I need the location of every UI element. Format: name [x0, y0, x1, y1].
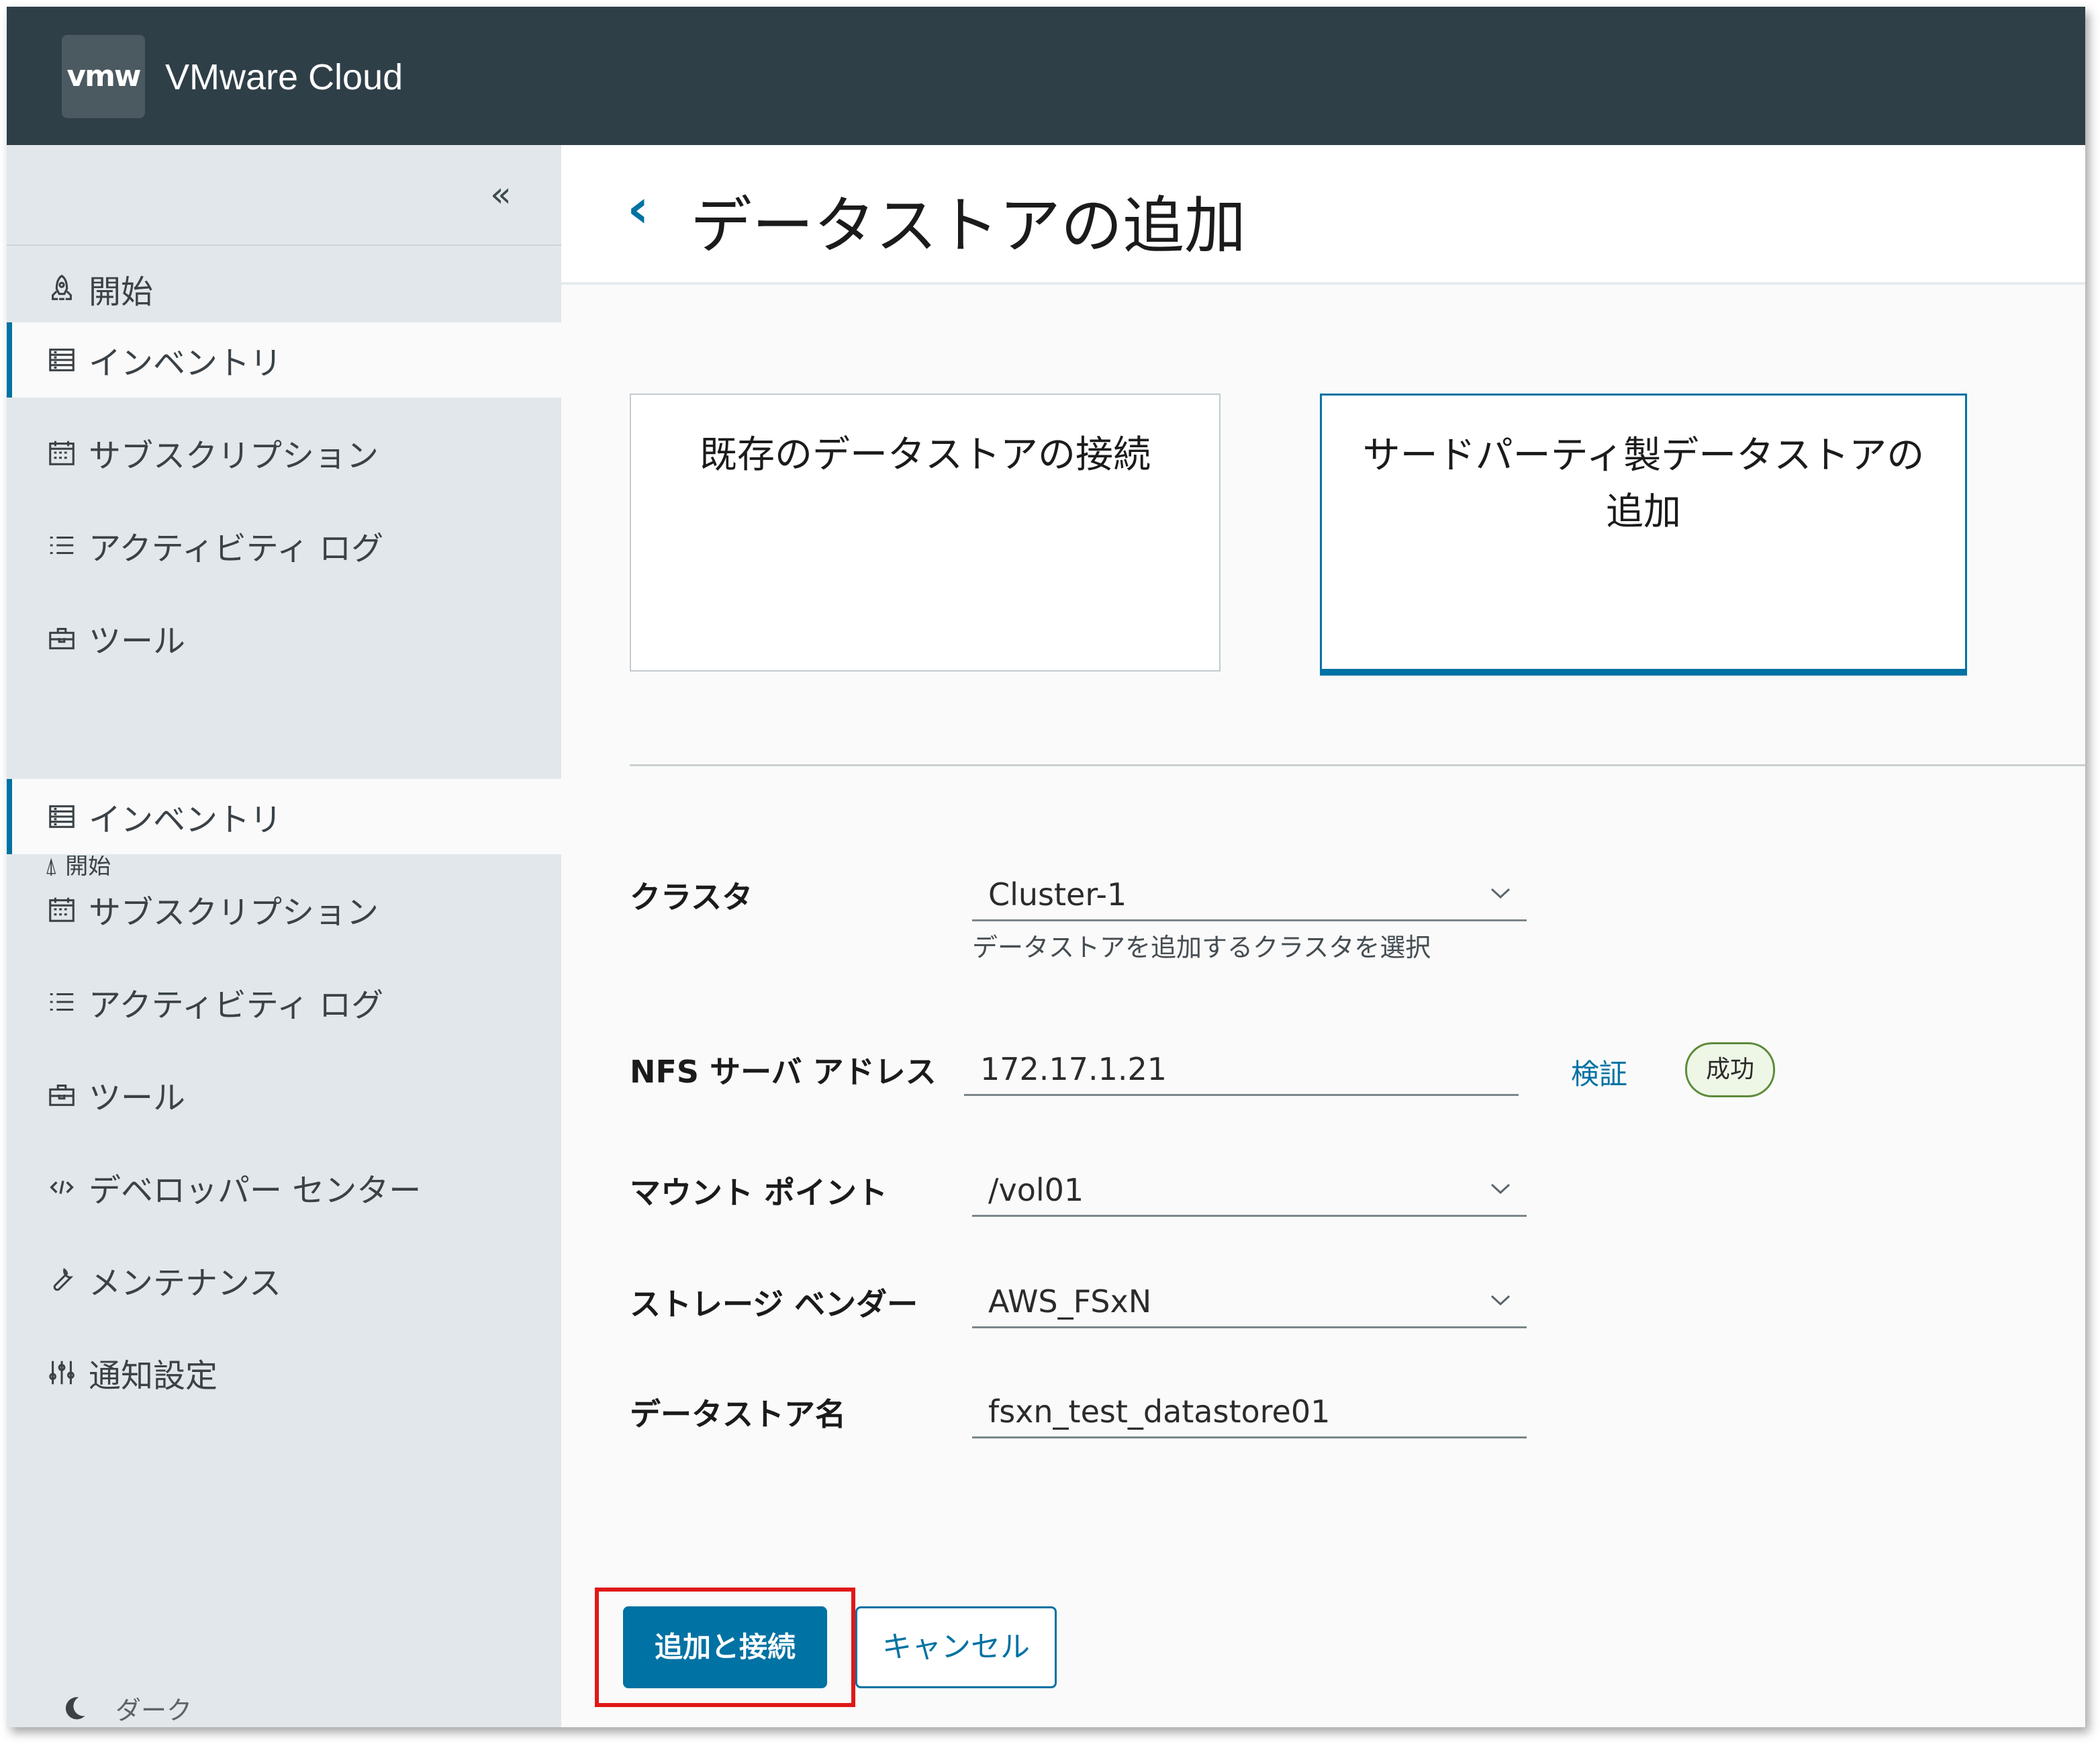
sidebar-item-label: 開始 [89, 273, 154, 311]
cluster-helper-text: データストアを追加するクラスタを選択 [972, 933, 1431, 962]
sidebar-item-label: ツール [89, 623, 186, 660]
sidebar-item-start[interactable]: 開始 [7, 251, 561, 326]
back-chevron-icon[interactable]: ‹ [627, 177, 649, 240]
inventory-icon [44, 799, 79, 834]
verify-link[interactable]: 検証 [1571, 1052, 1627, 1093]
chevron-down-icon [1490, 1183, 1511, 1195]
storage-vendor-select[interactable]: AWS_FSxN [972, 1275, 1527, 1328]
sidebar-item-label: ツール [89, 1079, 186, 1117]
top-header: vmw VMware Cloud [7, 7, 2085, 145]
mount-point-label: マウント ポイント [630, 1175, 888, 1211]
wrench-icon [44, 1263, 79, 1297]
status-badge: 成功 [1685, 1042, 1775, 1097]
sidebar-item-label: サブスクリプション [89, 894, 379, 931]
divider [7, 244, 561, 246]
sliders-icon [44, 1355, 79, 1390]
card-add-third-party-datastore[interactable]: サードパーティ製データストアの追加 [1320, 394, 1967, 676]
mount-point-value: /vol01 [988, 1172, 1084, 1208]
double-chevron-left-icon[interactable]: « [490, 175, 512, 215]
sidebar-item-label: デベロッパー センター [89, 1172, 422, 1209]
storage-vendor-label: ストレージ ベンダー [630, 1286, 918, 1322]
toolbox-icon [44, 1077, 79, 1112]
card-label: 既存のデータストアの接続 [700, 433, 1151, 477]
chevron-down-icon [1490, 1295, 1511, 1306]
code-icon [44, 1170, 79, 1205]
inventory-icon [44, 342, 79, 377]
cancel-button[interactable]: キャンセル [855, 1606, 1057, 1688]
sidebar-item-maintenance[interactable]: メンテナンス [7, 1242, 561, 1318]
card-connect-existing-datastore[interactable]: 既存のデータストアの接続 [630, 394, 1221, 672]
app-title: VMware Cloud [165, 57, 403, 97]
page-header: ‹ データストアの追加 [561, 145, 2085, 285]
cluster-select[interactable]: Cluster-1 [972, 868, 1527, 921]
nfs-server-label: NFS サーバ アドレス [630, 1054, 937, 1090]
list-icon [44, 984, 79, 1019]
sidebar-item-label: メンテナンス [89, 1265, 282, 1302]
sidebar-item-subscription[interactable]: サブスクリプション [7, 872, 561, 947]
mount-point-select[interactable]: /vol01 [972, 1163, 1527, 1217]
sidebar-item-inventory[interactable]: インベントリ [7, 322, 561, 398]
sidebar-item-label: アクティビティ ログ [89, 530, 384, 567]
cluster-label: クラスタ [630, 879, 753, 915]
sidebar-item-inventory[interactable]: インベントリ [7, 779, 561, 854]
rocket-icon [44, 271, 79, 306]
datastore-name-label: データストア名 [630, 1396, 846, 1432]
sidebar-item-label: アクティビティ ログ [89, 986, 384, 1024]
toolbox-icon [44, 621, 79, 655]
cluster-value: Cluster-1 [988, 876, 1127, 913]
sidebar-item-activity-log[interactable]: アクティビティ ログ [7, 964, 561, 1040]
vmw-logo[interactable]: vmw [62, 35, 145, 118]
dark-mode-toggle[interactable]: ダーク [59, 1690, 192, 1727]
calendar-icon [44, 435, 79, 470]
chevron-down-icon [1490, 888, 1511, 899]
divider [630, 764, 2085, 766]
dark-mode-label: ダーク [115, 1696, 193, 1725]
sidebar-item-label: インベントリ [89, 801, 283, 839]
sidebar-item-label: インベントリ [89, 345, 283, 382]
card-label: サードパーティ製データストアの追加 [1362, 434, 1925, 534]
sidebar-item-developer-center[interactable]: デベロッパー センター [7, 1150, 561, 1225]
moon-icon [65, 1696, 85, 1719]
datastore-name-input[interactable]: fsxn_test_datastore01 [972, 1385, 1527, 1438]
sidebar-item-notification-settings[interactable]: 通知設定 [7, 1335, 561, 1410]
nfs-server-value: 172.17.1.21 [980, 1051, 1167, 1087]
sidebar-item-label: 通知設定 [89, 1357, 218, 1395]
sidebar: « 開始 インベントリ サブスクリプション アクティビティ ログ ツール ⍋ 開… [7, 145, 561, 1727]
storage-vendor-value: AWS_FSxN [988, 1283, 1152, 1320]
datastore-name-value: fsxn_test_datastore01 [988, 1393, 1331, 1430]
calendar-icon [44, 892, 79, 927]
sidebar-item-tools[interactable]: ツール [7, 600, 561, 676]
sidebar-item-activity-log[interactable]: アクティビティ ログ [7, 508, 561, 583]
list-icon [44, 528, 79, 563]
sidebar-item-subscription[interactable]: サブスクリプション [7, 415, 561, 490]
sidebar-item-label: サブスクリプション [89, 437, 379, 475]
main-content: ‹ データストアの追加 既存のデータストアの接続 サードパーティ製データストアの… [561, 145, 2085, 1727]
add-and-connect-button[interactable]: 追加と接続 [623, 1606, 827, 1688]
nfs-server-input[interactable]: 172.17.1.21 [964, 1042, 1519, 1096]
page-title: データストアの追加 [690, 190, 1247, 262]
sidebar-item-tools[interactable]: ツール [7, 1057, 561, 1132]
app-window: vmw VMware Cloud « 開始 インベントリ サブスクリプション ア… [7, 7, 2085, 1727]
